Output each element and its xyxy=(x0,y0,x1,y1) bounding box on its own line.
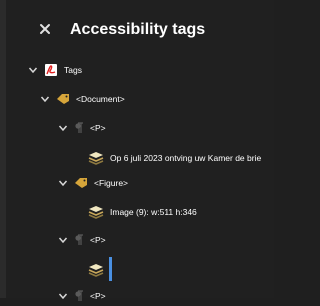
panel-header: Accessibility tags xyxy=(0,0,274,55)
tree-node-label: <P> xyxy=(90,235,106,245)
tree-node-p[interactable]: <P> xyxy=(58,286,106,306)
tree-node-p[interactable]: <P> xyxy=(58,230,106,250)
chevron-down-icon[interactable] xyxy=(40,94,50,104)
tree-node-label: <Document> xyxy=(76,94,125,104)
tree-node-content[interactable] xyxy=(88,260,110,280)
chevron-down-icon[interactable] xyxy=(28,65,38,75)
chevron-down-icon[interactable] xyxy=(58,291,68,301)
tree-node-figure[interactable]: <Figure> xyxy=(58,173,128,193)
tree-node-label: <P> xyxy=(90,123,106,133)
paragraph-icon xyxy=(74,234,84,246)
tag-icon xyxy=(74,177,88,189)
chevron-down-icon[interactable] xyxy=(58,235,68,245)
tree-node-content[interactable]: Image (9): w:511 h:346 xyxy=(88,202,197,222)
tree-node-content[interactable]: Op 6 juli 2023 ontving uw Kamer de brie xyxy=(88,148,261,168)
tag-icon xyxy=(56,93,70,105)
chevron-down-icon[interactable] xyxy=(58,178,68,188)
tree-node-label: Image (9): w:511 h:346 xyxy=(110,207,197,217)
tree-node-document[interactable]: <Document> xyxy=(40,89,125,109)
paragraph-icon xyxy=(74,290,84,302)
text-cursor xyxy=(109,257,112,281)
chevron-down-icon[interactable] xyxy=(58,123,68,133)
tree-node-label: Tags xyxy=(64,65,82,75)
tree-node-p[interactable]: <P> xyxy=(58,118,106,138)
tree-node-tags[interactable]: Tags xyxy=(28,60,82,80)
accessibility-tags-panel: Accessibility tags Tags <Document> <P> O… xyxy=(0,0,274,301)
content-icon xyxy=(88,263,104,277)
tree-node-label: Op 6 juli 2023 ontving uw Kamer de brie xyxy=(110,153,262,163)
content-icon xyxy=(88,151,104,165)
tree-node-label: <P> xyxy=(90,291,106,301)
close-icon xyxy=(36,20,54,38)
panel-title: Accessibility tags xyxy=(70,21,206,38)
paragraph-icon xyxy=(74,122,84,134)
pdf-icon xyxy=(44,63,58,77)
close-button[interactable] xyxy=(36,20,54,38)
content-icon xyxy=(88,205,104,219)
tree-node-label: <Figure> xyxy=(94,178,129,188)
